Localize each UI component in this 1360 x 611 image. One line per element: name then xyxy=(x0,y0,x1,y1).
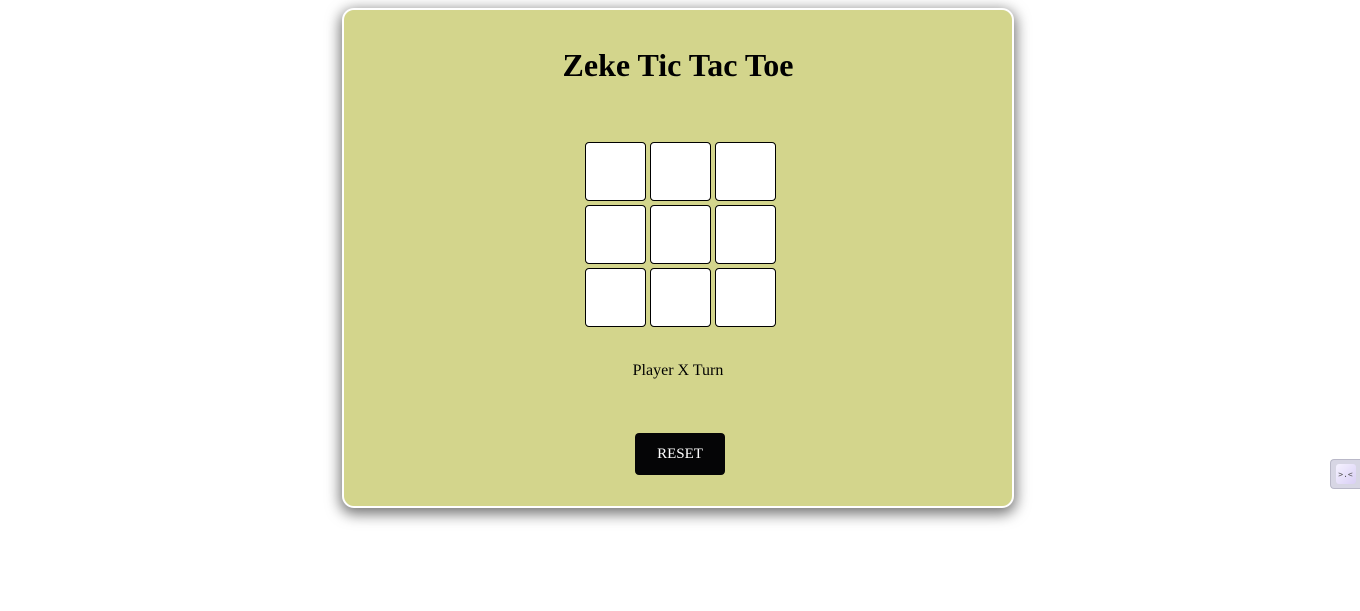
turn-status: Player X Turn xyxy=(632,362,724,379)
extension-widget-button[interactable]: >.< xyxy=(1330,459,1360,489)
board-cell-8[interactable] xyxy=(650,268,711,327)
board-cell-6[interactable] xyxy=(715,205,776,264)
game-container: Zeke Tic Tac Toe Player X Turn RESET xyxy=(342,8,1014,508)
reset-button[interactable]: RESET xyxy=(635,433,725,475)
board-cell-5[interactable] xyxy=(650,205,711,264)
board-cell-1[interactable] xyxy=(585,142,646,201)
board-cell-9[interactable] xyxy=(715,268,776,327)
board-cell-2[interactable] xyxy=(650,142,711,201)
board-cell-7[interactable] xyxy=(585,268,646,327)
game-board xyxy=(585,142,776,327)
board-cell-3[interactable] xyxy=(715,142,776,201)
board-cell-4[interactable] xyxy=(585,205,646,264)
game-title: Zeke Tic Tac Toe xyxy=(562,47,794,83)
extension-icon: >.< xyxy=(1335,464,1356,484)
